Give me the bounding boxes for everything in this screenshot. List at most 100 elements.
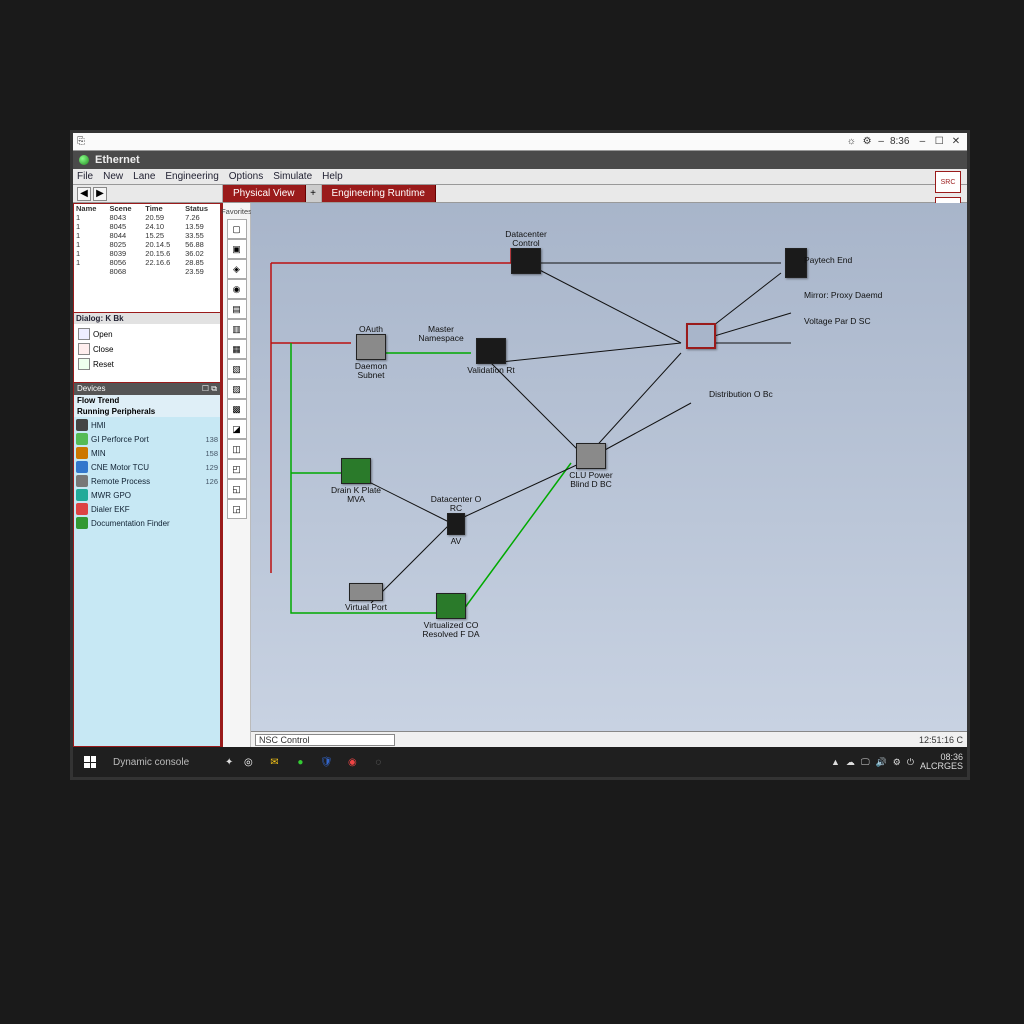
node-redbox[interactable] xyxy=(671,323,731,349)
float-src-button[interactable]: SRC xyxy=(935,171,961,193)
taskbar-search[interactable]: Dynamic console xyxy=(109,757,219,768)
palette-item[interactable]: ◉ xyxy=(227,279,247,299)
tab-add-button[interactable]: + xyxy=(306,185,322,202)
tab-physical-view[interactable]: Physical View xyxy=(223,185,306,202)
palette-item[interactable]: ▧ xyxy=(227,359,247,379)
device-icon xyxy=(76,503,88,515)
node-label: Virtual Port xyxy=(345,603,387,612)
port-icon xyxy=(349,583,383,601)
device-count: 158 xyxy=(205,449,218,458)
palette-item[interactable]: ▥ xyxy=(227,319,247,339)
taskbar-app-icon[interactable]: ◌ xyxy=(369,753,387,771)
node-validation-rt[interactable]: Validation Rt xyxy=(461,338,521,375)
palette-item[interactable]: ◪ xyxy=(227,419,247,439)
node-drain-k[interactable]: Drain K Plate MVA xyxy=(326,458,386,504)
menu-lane[interactable]: Lane xyxy=(133,171,155,182)
window-maximize-button[interactable]: ☐ xyxy=(932,136,946,147)
palette-item[interactable]: ◈ xyxy=(227,259,247,279)
menu-dash-icon[interactable]: – xyxy=(878,136,884,147)
table-row[interactable]: 8068 23.59 xyxy=(74,267,220,276)
prop-item[interactable]: Reset xyxy=(93,360,114,369)
device-list-item[interactable]: Remote Process126 xyxy=(76,475,218,487)
palette-item[interactable]: ▤ xyxy=(227,299,247,319)
table-header[interactable]: Time xyxy=(143,204,183,213)
table-header[interactable]: Status xyxy=(183,204,220,213)
node-label: Validation Rt xyxy=(467,366,515,375)
device-list-item[interactable]: Documentation Finder xyxy=(76,517,218,529)
device-list-item[interactable]: Dialer EKF xyxy=(76,503,218,515)
table-cell: 8039 xyxy=(108,249,144,258)
device-list-item[interactable]: GI Perforce Port138 xyxy=(76,433,218,445)
window-minimize-button[interactable]: – xyxy=(915,136,929,147)
table-cell: 23.59 xyxy=(183,267,220,276)
menu-engineering[interactable]: Engineering xyxy=(165,171,218,182)
brightness-icon[interactable]: ☼ xyxy=(847,136,856,147)
node-oauth[interactable]: OAuth Daemon Subnet xyxy=(341,323,401,380)
palette-item[interactable]: ▦ xyxy=(227,339,247,359)
node-virtual-port[interactable]: Virtual Port xyxy=(336,583,396,612)
table-row[interactable]: 1802520.14.556.88 xyxy=(74,240,220,249)
tray-cloud-icon[interactable]: ☁ xyxy=(846,757,855,768)
table-row[interactable]: 1804415.2533.55 xyxy=(74,231,220,240)
menu-file[interactable]: File xyxy=(77,171,93,182)
prop-item[interactable]: Close xyxy=(93,345,113,354)
menu-new[interactable]: New xyxy=(103,171,123,182)
node-label: OAuth xyxy=(359,325,383,334)
taskbar-app-icon[interactable]: ◎ xyxy=(239,753,257,771)
topology-canvas[interactable]: Datacenter Control Paytech End Mirror: P… xyxy=(251,203,967,731)
devices-section[interactable]: Flow Trend xyxy=(74,395,220,406)
table-row[interactable]: 1804320.597.26 xyxy=(74,213,220,222)
menu-simulate[interactable]: Simulate xyxy=(273,171,312,182)
device-icon xyxy=(76,461,88,473)
os-titlebar: ⎘ ☼ ⚙ – 8:36 – ☐ ✕ xyxy=(73,133,967,151)
palette-item[interactable]: ◰ xyxy=(227,459,247,479)
status-input[interactable]: NSC Control xyxy=(255,734,395,746)
table-header[interactable]: Name xyxy=(74,204,108,213)
palette-item[interactable]: ▩ xyxy=(227,399,247,419)
tray-power-icon[interactable]: ⏻ xyxy=(907,757,914,768)
table-row[interactable]: 1804524.1013.59 xyxy=(74,222,220,231)
palette-item[interactable]: ▣ xyxy=(227,239,247,259)
node-virtualized-co[interactable]: Virtualized CO Resolved F DA xyxy=(421,593,481,639)
tray-volume-icon[interactable]: 🔊 xyxy=(876,757,887,768)
tray-up-icon[interactable]: ▲ xyxy=(831,757,840,767)
device-list-item[interactable]: HMI xyxy=(76,419,218,431)
palette-item[interactable]: ◱ xyxy=(227,479,247,499)
table-row[interactable]: 1805622.16.628.85 xyxy=(74,258,220,267)
nav-back-button[interactable]: ◀ xyxy=(77,187,91,201)
node-datacenter-orc[interactable]: Datacenter O RC AV xyxy=(426,493,486,546)
taskbar-app-icon[interactable]: ✉ xyxy=(265,753,283,771)
taskbar-app-icon[interactable]: 🛡 xyxy=(317,753,335,771)
table-row[interactable]: 1803920.15.636.02 xyxy=(74,249,220,258)
node-datacenter-control[interactable]: Datacenter Control xyxy=(496,228,556,274)
node-paytech-end[interactable]: Paytech End xyxy=(766,248,826,278)
node-label: Datacenter Control xyxy=(496,230,556,248)
node-label: Paytech End xyxy=(804,256,884,265)
tab-engineering-runtime[interactable]: Engineering Runtime xyxy=(322,185,436,202)
table-header[interactable]: Scene xyxy=(108,204,144,213)
table-cell: 8068 xyxy=(108,267,144,276)
start-button[interactable] xyxy=(77,750,103,774)
taskbar-app-icon[interactable]: ◉ xyxy=(343,753,361,771)
palette-item[interactable]: ◫ xyxy=(227,439,247,459)
status-bar: NSC Control 12:51:16 C xyxy=(251,731,967,747)
tray-display-icon[interactable]: 🖵 xyxy=(861,757,870,768)
palette-item[interactable]: ◲ xyxy=(227,499,247,519)
prop-item[interactable]: Open xyxy=(93,330,113,339)
palette-item[interactable]: ▢ xyxy=(227,219,247,239)
menu-options[interactable]: Options xyxy=(229,171,263,182)
taskbar-plus-icon[interactable]: ✦ xyxy=(225,757,233,768)
menu-help[interactable]: Help xyxy=(322,171,343,182)
tray-settings-icon[interactable]: ⚙ xyxy=(893,757,901,768)
device-list-item[interactable]: MIN158 xyxy=(76,447,218,459)
taskbar-app-icon[interactable]: ● xyxy=(291,753,309,771)
node-clu[interactable]: CLU Power Blind D BC xyxy=(561,443,621,489)
settings-gear-icon[interactable]: ⚙ xyxy=(863,136,872,147)
device-list-item[interactable]: CNE Motor TCU129 xyxy=(76,461,218,473)
devices-panel-controls[interactable]: ☐ ⧉ xyxy=(202,384,217,394)
palette-item[interactable]: ▨ xyxy=(227,379,247,399)
devices-section[interactable]: Running Peripherals xyxy=(74,406,220,417)
window-close-button[interactable]: ✕ xyxy=(949,136,963,147)
nav-forward-button[interactable]: ▶ xyxy=(93,187,107,201)
device-list-item[interactable]: MWR GPO xyxy=(76,489,218,501)
